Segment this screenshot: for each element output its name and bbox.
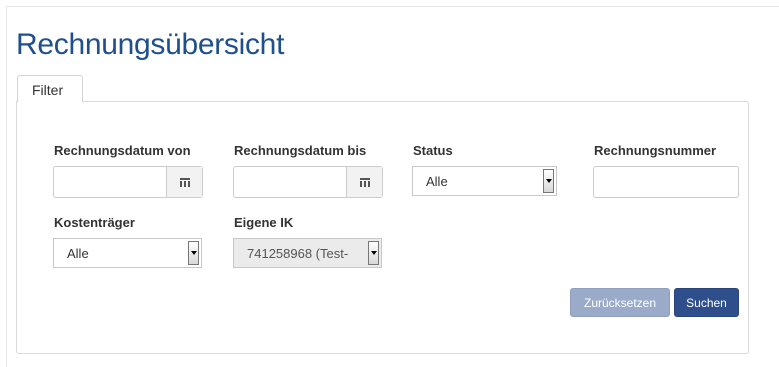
date-to-picker-button[interactable]	[346, 167, 382, 197]
invoice-number-label: Rechnungsnummer	[594, 143, 717, 158]
date-to-label: Rechnungsdatum bis	[234, 143, 367, 158]
calendar-icon	[179, 177, 190, 187]
status-select[interactable]: Alle	[412, 166, 557, 196]
payer-label: Kostenträger	[54, 215, 135, 230]
own-ik-dropdown-button[interactable]	[368, 241, 379, 265]
payer-dropdown-button[interactable]	[188, 241, 199, 265]
own-ik-select[interactable]: 741258968 (Test-	[233, 238, 382, 268]
date-from-input[interactable]	[54, 167, 166, 197]
date-from-picker-button[interactable]	[166, 167, 202, 197]
tab-filter[interactable]: Filter	[17, 75, 83, 102]
calendar-icon	[359, 177, 370, 187]
chevron-down-icon	[545, 179, 552, 183]
date-from-label: Rechnungsdatum von	[54, 143, 191, 158]
reset-button[interactable]: Zurücksetzen	[570, 288, 670, 317]
search-button[interactable]: Suchen	[674, 288, 739, 317]
chevron-down-icon	[370, 251, 377, 255]
chevron-down-icon	[190, 251, 197, 255]
page-frame-left	[6, 6, 7, 367]
own-ik-label: Eigene IK	[234, 215, 294, 230]
status-label: Status	[413, 143, 453, 158]
payer-selected-value: Alle	[67, 246, 89, 261]
date-to-group	[233, 166, 383, 198]
page-frame-top	[6, 6, 779, 7]
invoice-number-input[interactable]	[593, 166, 739, 198]
date-from-group	[53, 166, 203, 198]
status-selected-value: Alle	[426, 174, 448, 189]
own-ik-selected-value: 741258968 (Test-	[247, 246, 349, 261]
date-to-input[interactable]	[234, 167, 346, 197]
page-title: Rechnungsübersicht	[16, 28, 285, 61]
status-dropdown-button[interactable]	[543, 169, 554, 193]
payer-select[interactable]: Alle	[53, 238, 202, 268]
